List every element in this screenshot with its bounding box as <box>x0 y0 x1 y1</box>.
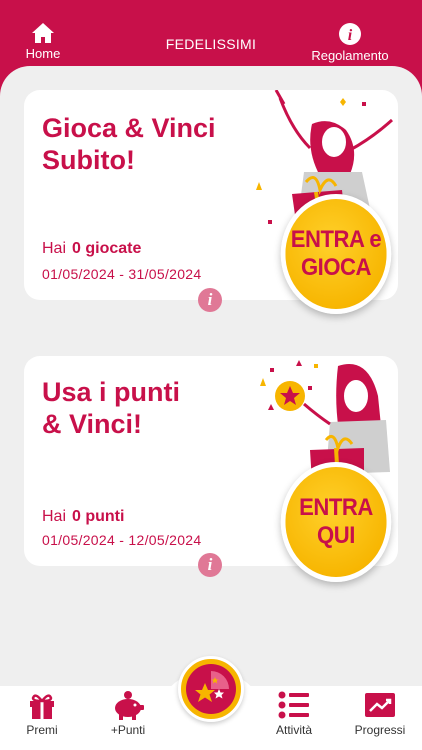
cta-line2: QUI <box>317 522 355 549</box>
tab-punti[interactable]: +Punti <box>88 690 168 737</box>
card-title: Gioca & Vinci Subito! <box>42 112 216 176</box>
stars-icon <box>195 671 229 702</box>
info-icon: i <box>339 23 361 45</box>
count-prefix: Hai <box>42 508 67 525</box>
list-icon <box>278 691 309 719</box>
card-dates: 01/05/2024 - 12/05/2024 <box>42 532 202 548</box>
tab-premi[interactable]: Premi <box>2 690 82 737</box>
main-content: Gioca & Vinci Subito! Hai 0 giocate 01/05… <box>0 66 422 696</box>
rules-button[interactable]: i Regolamento <box>304 22 396 63</box>
card-title: Usa i punti & Vinci! <box>42 376 180 440</box>
piggy-bank-icon <box>115 691 144 720</box>
entra-qui-button[interactable]: ENTRA QUI <box>280 462 392 582</box>
tab-attivita[interactable]: Attività <box>254 690 334 737</box>
center-stars-button[interactable] <box>178 656 244 722</box>
card-info-icon[interactable]: i <box>198 288 222 312</box>
cta-line1: ENTRA <box>299 494 373 521</box>
cta-line2: GIOCA <box>300 254 372 281</box>
card-title-line1: Usa i punti <box>42 377 181 407</box>
trend-chart-icon <box>365 693 395 717</box>
tab-attivita-label: Attività <box>275 723 312 737</box>
svg-text:i: i <box>348 27 353 44</box>
count-prefix: Hai <box>42 240 67 257</box>
rules-label: Regolamento <box>311 48 389 63</box>
card-usa-punti[interactable]: Usa i punti & Vinci! Hai 0 punti 01/05/20… <box>24 356 398 582</box>
card-dates: 01/05/2024 - 31/05/2024 <box>42 266 202 282</box>
card-count: Hai 0 giocate <box>42 240 141 258</box>
card-title-line2: & Vinci! <box>42 409 143 439</box>
cta-line1: ENTRA e <box>290 226 382 253</box>
card-gioca-vinci[interactable]: Gioca & Vinci Subito! Hai 0 giocate 01/05… <box>24 90 398 314</box>
gift-icon <box>30 694 54 719</box>
card-info-icon[interactable]: i <box>198 553 222 577</box>
app-header: Home FEDELISSIMI i Regolamento <box>0 0 422 70</box>
tab-premi-label: Premi <box>26 723 58 737</box>
tab-punti-label: +Punti <box>110 723 146 737</box>
tab-progressi-label: Progressi <box>354 723 406 737</box>
tab-progressi[interactable]: Progressi <box>340 690 420 737</box>
entra-gioca-button[interactable]: ENTRA e GIOCA <box>280 194 392 314</box>
card-title-line2: Subito! <box>42 145 135 175</box>
count-value: 0 punti <box>72 508 125 525</box>
count-value: 0 giocate <box>72 240 142 257</box>
card-title-line1: Gioca & Vinci <box>42 113 216 143</box>
card-count: Hai 0 punti <box>42 508 124 526</box>
